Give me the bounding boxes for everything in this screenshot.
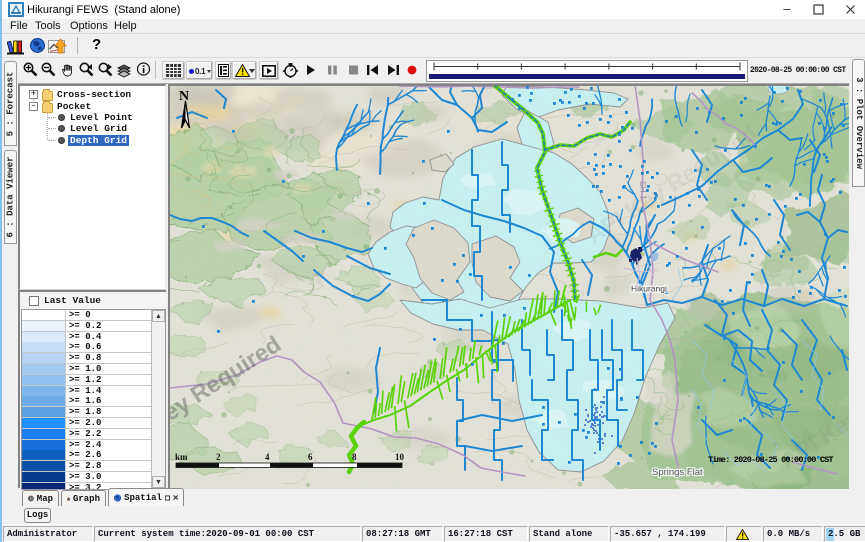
- svg-text:N: N: [179, 89, 189, 104]
- svg-text:10: 10: [395, 452, 405, 462]
- svg-text:6: 6: [308, 452, 313, 462]
- svg-text:2: 2: [216, 452, 221, 462]
- svg-text:8: 8: [352, 452, 357, 462]
- svg-text:km: km: [175, 452, 188, 462]
- svg-text:Time: 2020-08-25 00:00:00 CST: Time: 2020-08-25 00:00:00 CST: [708, 455, 833, 465]
- svg-text:4: 4: [265, 452, 270, 462]
